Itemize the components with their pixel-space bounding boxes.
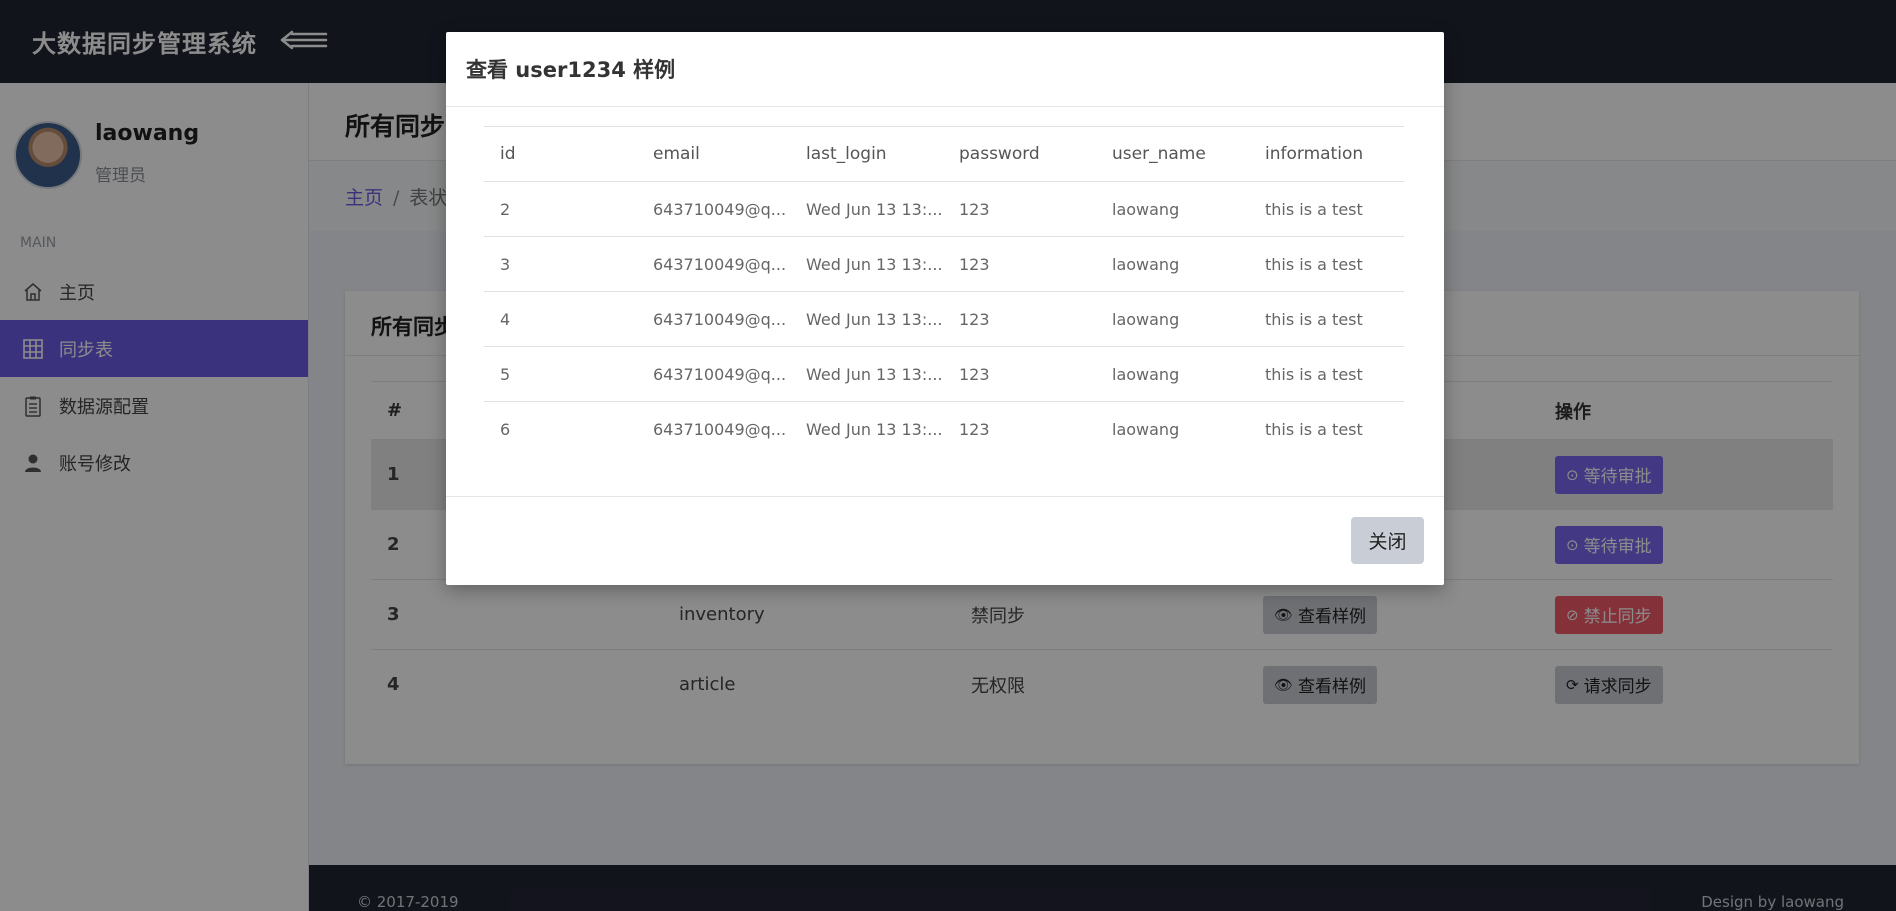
column-header-information: information [1249,126,1404,182]
close-button[interactable]: 关闭 [1351,517,1424,564]
table-row: 4 643710049@q... Wed Jun 13 13:... 123 laowa… [484,291,1404,347]
column-header-user-name: user_name [1096,126,1249,182]
table-row: 3 643710049@q... Wed Jun 13 13:... 123 laowa… [484,236,1404,292]
sample-header-row: id email last_login password user_name i… [484,126,1404,182]
table-row: 5 643710049@q... Wed Jun 13 13:... 123 laowa… [484,346,1404,402]
divider [446,496,1444,497]
table-row: 6 643710049@q... Wed Jun 13 13:... 123 laowa… [484,401,1404,457]
column-header-password: password [943,126,1096,182]
sample-table: id email last_login password user_name i… [484,126,1404,457]
table-row: 2 643710049@q... Wed Jun 13 13:... 123 laowa… [484,181,1404,237]
divider [446,106,1444,107]
modal-title: 查看 user1234 样例 [466,58,676,82]
column-header-email: email [637,126,790,182]
column-header-last-login: last_login [790,126,943,182]
sample-modal: 查看 user1234 样例 id email last_login passw… [446,32,1444,585]
column-header-id: id [484,126,637,182]
